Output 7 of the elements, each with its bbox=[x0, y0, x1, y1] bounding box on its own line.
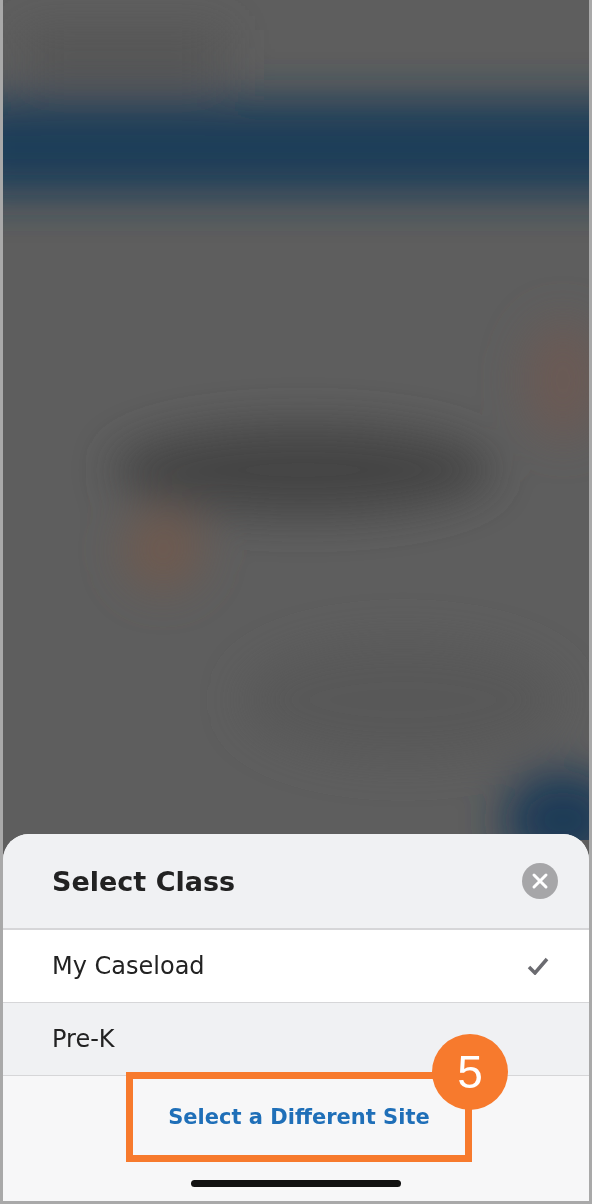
close-icon bbox=[531, 872, 549, 890]
sheet-title: Select Class bbox=[52, 865, 236, 897]
checkmark-icon bbox=[527, 957, 549, 975]
class-option[interactable]: My Caseload bbox=[3, 930, 589, 1003]
different-site-link[interactable]: Select a Different Site bbox=[168, 1105, 430, 1129]
close-button[interactable] bbox=[522, 863, 558, 899]
step-badge: 5 bbox=[432, 1034, 508, 1110]
